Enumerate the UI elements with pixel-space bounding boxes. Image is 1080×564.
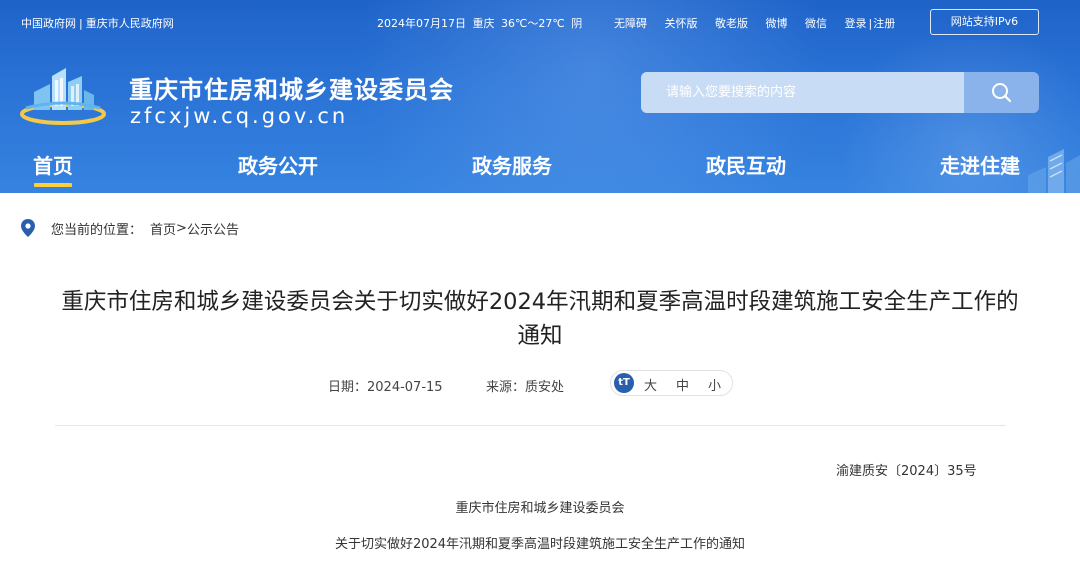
article-source: 来源：质安处: [486, 376, 564, 395]
search-icon: [991, 82, 1011, 102]
link-weibo[interactable]: 微博: [766, 17, 788, 30]
site-title[interactable]: 重庆市住房和城乡建设委员会: [129, 70, 454, 105]
nav-gov-affairs[interactable]: 政务公开: [238, 150, 318, 179]
nav-home[interactable]: 首页: [33, 150, 73, 187]
site-domain: zfcxjw.cq.gov.cn: [130, 104, 349, 128]
search-input[interactable]: [641, 72, 964, 113]
article-meta: 日期：2024-07-15 来源：质安处 tT 大 中 小: [0, 370, 1080, 396]
link-elderly-mode[interactable]: 敬老版: [715, 17, 748, 30]
location-pin-icon: [21, 219, 35, 237]
link-wechat[interactable]: 微信: [805, 17, 827, 30]
article-divider: [55, 425, 1006, 426]
date-value: 2024-07-15: [367, 380, 443, 395]
font-size-medium[interactable]: 中: [676, 375, 689, 394]
nav-interaction[interactable]: 政民互动: [706, 150, 786, 179]
link-china-gov[interactable]: 中国政府网: [21, 17, 76, 30]
separator: |: [868, 17, 873, 30]
ipv6-button[interactable]: 网站支持IPv6: [930, 9, 1039, 35]
separator: |: [79, 17, 83, 30]
link-care-mode[interactable]: 关怀版: [665, 17, 698, 30]
weather-city: 重庆: [472, 17, 495, 30]
link-register[interactable]: 注册: [873, 17, 895, 30]
link-accessibility[interactable]: 无障碍: [614, 17, 647, 30]
article-title: 重庆市住房和城乡建设委员会关于切实做好2024年汛期和夏季高温时段建筑施工安全生…: [61, 289, 1019, 349]
document-issuer: 重庆市住房和城乡建设委员会: [455, 501, 625, 516]
link-chongqing-gov[interactable]: 重庆市人民政府网: [86, 17, 174, 30]
search-box: [641, 72, 1039, 113]
document-subject: 关于切实做好2024年汛期和夏季高温时段建筑施工安全生产工作的通知: [334, 537, 746, 552]
font-size-large[interactable]: 大: [644, 375, 657, 394]
source-value: 质安处: [525, 380, 565, 395]
breadcrumb-label: 您当前的位置：: [51, 222, 143, 238]
today-date: 2024年07月17日: [377, 17, 466, 30]
breadcrumb-current[interactable]: 公示公告: [187, 219, 239, 238]
weather-temperature: 36℃～27℃: [501, 17, 565, 30]
breadcrumb: 您当前的位置： 首页 > 公示公告: [21, 218, 239, 238]
font-size-switcher: tT 大 中 小: [610, 370, 733, 396]
skyline-decoration-icon: [1028, 149, 1080, 193]
breadcrumb-home[interactable]: 首页: [150, 219, 176, 238]
top-bar: 中国政府网 | 重庆市人民政府网 2024年07月17日 重庆 36℃～27℃ 阴 …: [0, 0, 1080, 44]
weather-condition: 阴: [571, 17, 583, 30]
date-label: 日期：: [328, 380, 368, 395]
building-emblem-icon[interactable]: [20, 62, 106, 128]
site-header: 中国政府网 | 重庆市人民政府网 2024年07月17日 重庆 36℃～27℃ 阴 …: [0, 0, 1080, 193]
gov-links: 中国政府网 | 重庆市人民政府网: [21, 15, 174, 31]
link-login[interactable]: 登录: [845, 17, 867, 30]
nav-gov-services[interactable]: 政务服务: [472, 150, 552, 179]
top-links: 无障碍 关怀版 敬老版 微博 微信 登录 |注册: [614, 15, 909, 31]
font-size-small[interactable]: 小: [708, 375, 721, 394]
main-nav: 首页 政务公开 政务服务 政民互动 走进住建: [0, 147, 1080, 193]
article-date: 日期：2024-07-15: [328, 376, 443, 395]
source-label: 来源：: [486, 380, 526, 395]
nav-about[interactable]: 走进住建: [940, 150, 1020, 179]
document-number: 渝建质安〔2024〕35号: [836, 464, 977, 479]
font-size-icon: tT: [614, 373, 634, 393]
search-button[interactable]: [964, 72, 1039, 113]
breadcrumb-arrow: >: [176, 220, 187, 236]
weather-info: 2024年07月17日 重庆 36℃～27℃ 阴: [377, 15, 585, 31]
